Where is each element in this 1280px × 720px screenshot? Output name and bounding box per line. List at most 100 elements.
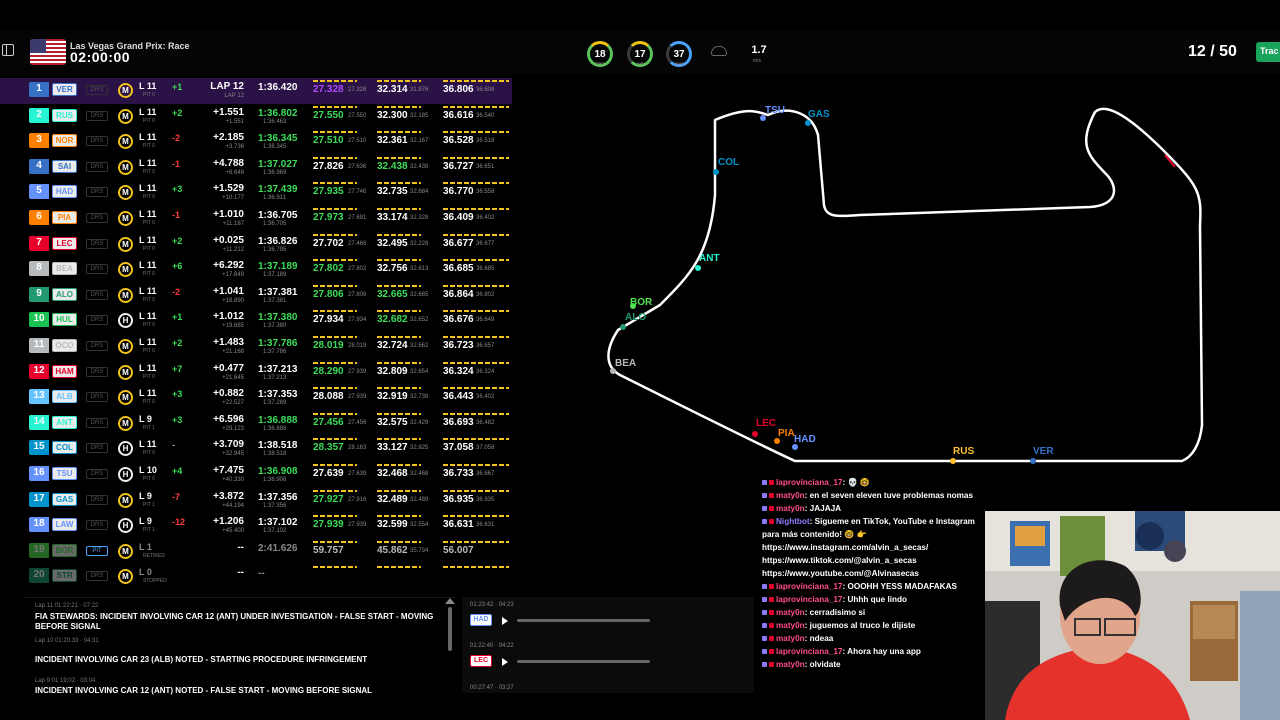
leaderboard-row[interactable]: 20 STR DRS M L 0 STOPPED -- -- — [0, 564, 512, 590]
leaderboard-row[interactable]: 12 HAM DRS M L 11 PIT 0 +7 +0.477 +21.645 1:37.21… — [0, 360, 512, 386]
driver-marker-label[interactable]: RUS — [953, 446, 974, 457]
sector-2-minisectors — [377, 515, 421, 518]
chat-badge-icon — [769, 649, 774, 655]
tyre-compound-icon: H — [118, 441, 133, 457]
driver-marker-label[interactable]: VER — [1033, 446, 1054, 457]
driver-dot[interactable] — [774, 438, 780, 444]
driver-dot[interactable] — [950, 458, 956, 464]
driver-marker-label[interactable]: HAD — [794, 434, 816, 445]
leaderboard-row[interactable]: 18 LAW DRS H L 9 PIT 1 -12 +1.206 +45.400 1:37.10… — [0, 513, 512, 539]
race-control-time: Lap 11 01:22:21 · 07:22 — [35, 603, 99, 609]
leaderboard-row[interactable]: 3 NOR DRS M L 11 PIT 0 -2 +2.185 +3.736 1:36.345 1… — [0, 129, 512, 155]
chat-username[interactable]: maty0n — [776, 504, 805, 513]
leaderboard-row[interactable]: 9 ALO DRS M L 11 PIT 0 -2 +1.041 +18.890 1:37.381… — [0, 283, 512, 309]
gap-to-leader: +17.849 — [222, 272, 244, 279]
driver-dot[interactable] — [752, 431, 758, 437]
radio-progress-bar[interactable] — [517, 619, 650, 622]
sector-3-best: 36.649 — [476, 317, 495, 324]
sector-1-time: 27.328 — [313, 84, 344, 95]
leaderboard-row[interactable]: 10 HUL DRS H L 11 PIT 0 +1 +1.012 +19.685 1:37.38… — [0, 308, 512, 334]
chat-username[interactable]: laprovinciana_17 — [776, 478, 842, 487]
race-control-time: Lap 10 01:20:33 · 04:31 — [35, 638, 99, 644]
play-icon[interactable] — [502, 658, 508, 666]
pit-count: PIT 0 — [143, 399, 155, 406]
leaderboard-row[interactable]: 19 BOR PIT M L 1 RETIRED -- 2:41.626 59.757 45.86… — [0, 539, 512, 565]
position: 12 — [29, 363, 49, 379]
driver-marker-label[interactable]: BEA — [615, 358, 636, 369]
leaderboard-row[interactable]: 13 ALB DRS M L 11 PIT 0 +3 +0.882 +22.527 1:37.35… — [0, 385, 512, 411]
pit-count: PIT 0 — [143, 117, 155, 124]
track-temp-label: TRC — [595, 61, 605, 66]
sector-1-best: 28.019 — [348, 342, 367, 349]
sector-3-best: 36.608 — [476, 87, 495, 93]
leaderboard-row[interactable]: 6 PIA DRS M L 11 PIT 0 -1 +1.010 +11.187 1:36.705… — [0, 206, 512, 232]
position: 18 — [29, 517, 49, 533]
last-lap-time: 1:37.353 — [258, 389, 298, 401]
driver-dot[interactable] — [610, 368, 616, 374]
sidebar-toggle-icon[interactable] — [2, 44, 14, 56]
chat-username[interactable]: Nightbot — [776, 517, 810, 526]
chat-username[interactable]: maty0n — [776, 660, 805, 669]
chat-badge-icon — [769, 610, 774, 616]
leaderboard-row[interactable]: 2 RUS DRS M L 11 PIT 0 +2 +1.551 +1.551 1:36.802 1… — [0, 104, 512, 130]
leaderboard-row[interactable]: 4 SAI DRS M L 11 PIT 0 -1 +4.788 +8.648 1:37.027 1… — [0, 155, 512, 181]
sector-3-minisectors — [443, 80, 509, 82]
driver-code: HAD — [52, 185, 77, 199]
driver-marker-label[interactable]: LEC — [756, 418, 776, 429]
driver-marker-label[interactable]: TSU — [765, 105, 785, 116]
position: 11 — [29, 337, 49, 353]
last-lap-time: 1:36.908 — [258, 465, 298, 477]
race-control-scrollbar[interactable] — [446, 597, 454, 657]
chat-username[interactable]: maty0n — [776, 491, 805, 500]
tyre-compound-icon: M — [118, 338, 133, 354]
interval: +1.483 — [213, 336, 244, 348]
best-lap-time: 1:36.345 — [263, 144, 287, 151]
play-icon[interactable] — [502, 617, 508, 625]
leaderboard-row[interactable]: 5 HAD DRS M L 11 PIT 0 +3 +1.529 +10.177 1:37.439… — [0, 180, 512, 206]
leaderboard-row[interactable]: 1 VER DRS M L 11 PIT 0 +1 LAP 12 LAP 12 1:36.420 2… — [0, 78, 512, 104]
chat-username[interactable]: laprovinciana_17 — [776, 582, 842, 591]
driver-dot[interactable] — [713, 169, 719, 175]
driver-dot[interactable] — [1030, 458, 1036, 464]
leaderboard-row[interactable]: 14 ANT DRS M L 9 PIT 1 +3 +6.596 +29.123 1:36.888… — [0, 411, 512, 437]
sector-3-minisectors — [443, 566, 509, 569]
leaderboard-row[interactable]: 11 OCO DRS M L 11 PIT 0 +2 +1.483 +21.168 1:37.78… — [0, 334, 512, 360]
leaderboard-row[interactable]: 8 BEA DRS M L 11 PIT 0 +6 +6.292 +17.849 1:37.189… — [0, 257, 512, 283]
chat-username[interactable]: maty0n — [776, 634, 805, 643]
driver-marker-label[interactable]: GAS — [808, 109, 830, 120]
sector-1-minisectors — [313, 335, 357, 338]
sector-2-best: 32.489 — [410, 496, 429, 503]
lap-number: L 1 — [139, 541, 152, 552]
driver-dot[interactable] — [620, 324, 626, 330]
race-control-message: FIA STEWARDS: INCIDENT INVOLVING CAR 12 … — [35, 612, 434, 631]
driver-marker-label[interactable]: ALO — [625, 312, 646, 323]
sector-2-minisectors — [377, 540, 421, 543]
chat-username[interactable]: laprovinciana_17 — [776, 595, 842, 604]
driver-marker-label[interactable]: COL — [718, 157, 739, 168]
leaderboard-row[interactable]: 7 LEC DRS M L 11 PIT 0 +2 +0.025 +11.212 1:36.826… — [0, 232, 512, 258]
track-view-button[interactable]: Trac — [1256, 42, 1280, 62]
scroll-up-arrow-icon[interactable] — [445, 598, 455, 604]
leaderboard-row[interactable]: 15 COL DRS H L 11 PIT 0 - +3.709 +32.945 1:38.518… — [0, 436, 512, 462]
driver-marker-label[interactable]: ANT — [699, 253, 720, 264]
chat-username[interactable]: laprovinciana_17 — [776, 647, 842, 656]
driver-dot[interactable] — [760, 115, 766, 121]
sector-3-time: 36.676 — [443, 314, 474, 326]
sector-2-time: 32.314 — [377, 84, 408, 95]
last-lap-time: 1:36.345 — [258, 133, 298, 145]
driver-code: LEC — [52, 236, 77, 250]
driver-dot[interactable] — [792, 444, 798, 450]
driver-dot[interactable] — [805, 120, 811, 126]
driver-marker-label[interactable]: PIA — [778, 428, 795, 439]
lap-number: L 9 — [139, 413, 152, 424]
race-control-log[interactable]: Lap 11 01:22:21 · 07:22 FIA STEWARDS: IN… — [25, 597, 455, 695]
lap-number: L 11 — [139, 208, 157, 219]
leaderboard-row[interactable]: 17 GAS DRS M L 9 PIT 1 -7 +3.872 +44.194 1:37.356… — [0, 488, 512, 514]
driver-dot[interactable] — [695, 265, 701, 271]
driver-dot[interactable] — [630, 303, 636, 309]
radio-progress-bar[interactable] — [517, 660, 650, 663]
chat-username[interactable]: maty0n — [776, 621, 805, 630]
chat-username[interactable]: maty0n — [776, 608, 805, 617]
leaderboard-row[interactable]: 16 TSU DRS H L 10 PIT 0 +4 +7.475 +40.330 1:36.90… — [0, 462, 512, 488]
driver-code: BOR — [52, 543, 77, 557]
